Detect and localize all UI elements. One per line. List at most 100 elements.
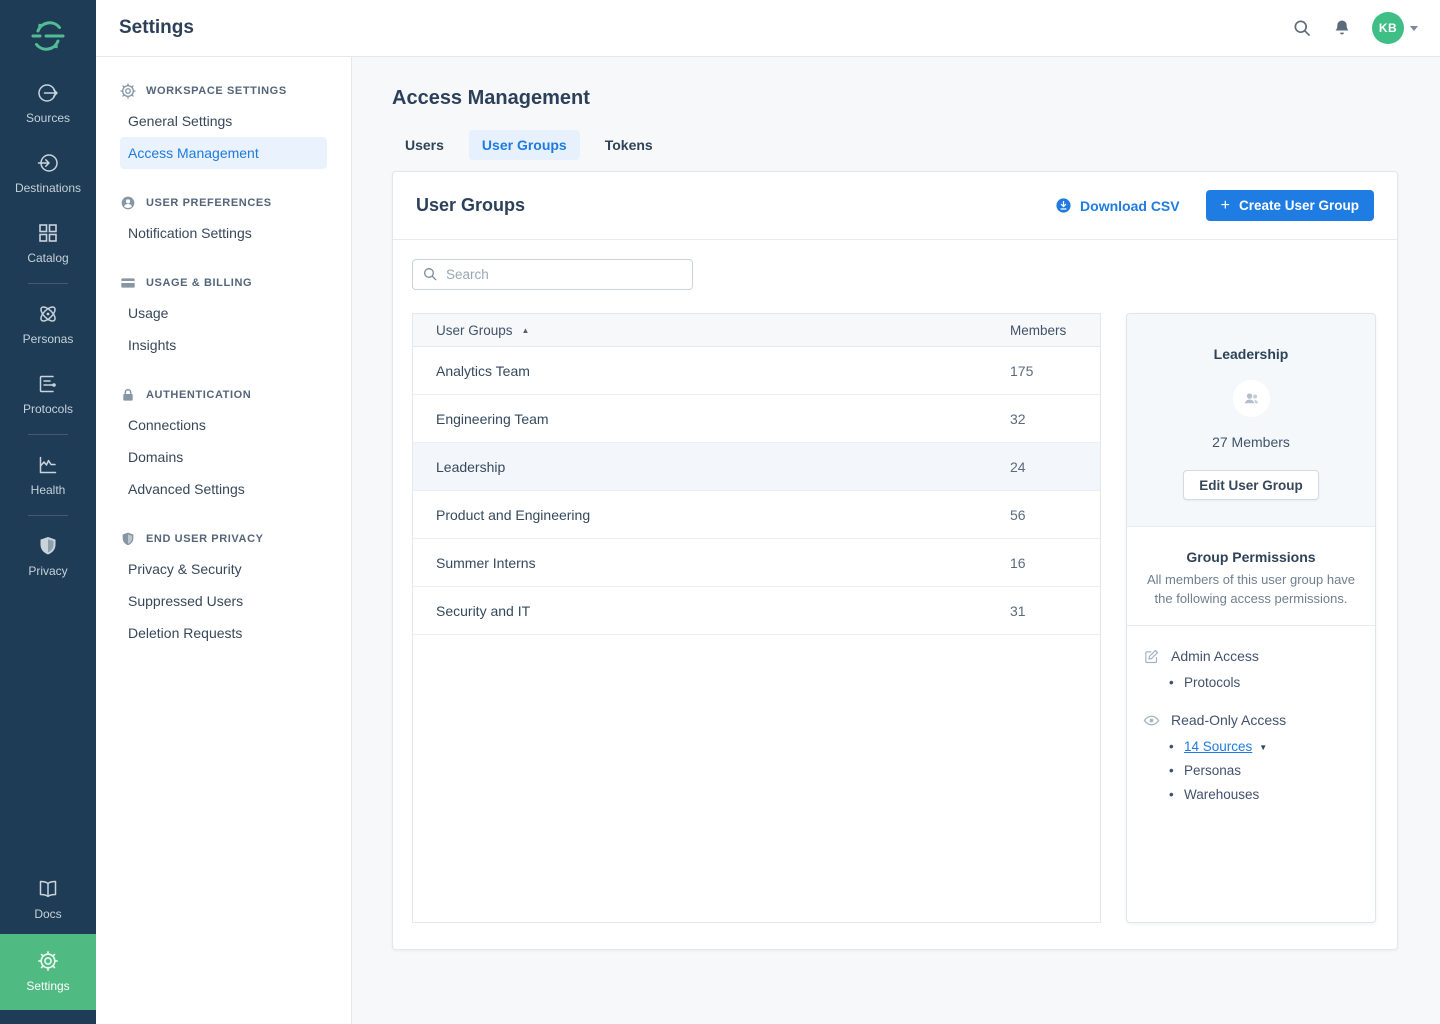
tab-user-groups[interactable]: User Groups <box>469 130 580 160</box>
personas-icon <box>36 302 60 326</box>
download-csv-label: Download CSV <box>1080 198 1180 214</box>
sidebar-item-sources[interactable]: Sources <box>0 68 96 138</box>
sidebar-item-label: Protocols <box>23 402 73 416</box>
table-row[interactable]: Analytics Team 175 <box>413 347 1100 395</box>
eye-icon <box>1143 712 1160 729</box>
sidebar-item-usage[interactable]: Usage <box>120 297 327 329</box>
tab-bar: Users User Groups Tokens <box>392 130 1398 160</box>
create-user-group-button[interactable]: + Create User Group <box>1206 190 1374 221</box>
download-csv-button[interactable]: Download CSV <box>1055 197 1180 214</box>
user-groups-table: User Groups ▲ Members Analytics Team 175 <box>412 313 1101 923</box>
sidebar-divider <box>28 515 68 516</box>
group-name: Leadership <box>1143 346 1359 362</box>
tab-tokens[interactable]: Tokens <box>592 130 666 160</box>
sources-count-link[interactable]: 14 Sources <box>1184 739 1252 754</box>
protocols-icon <box>36 372 60 396</box>
sidebar-divider <box>28 434 68 435</box>
admin-access-section: Admin Access Protocols <box>1143 648 1359 690</box>
permission-item-sources: 14 Sources ▼ <box>1143 739 1359 754</box>
permission-item: Protocols <box>1143 675 1359 690</box>
tab-users[interactable]: Users <box>392 130 457 160</box>
app-window: Sources Destinations Catalog Personas Pr… <box>0 0 1440 1024</box>
table-row[interactable]: Engineering Team 32 <box>413 395 1100 443</box>
edit-user-group-button[interactable]: Edit User Group <box>1183 470 1319 500</box>
sidebar-item-label: Settings <box>26 979 69 993</box>
group-detail-summary: Leadership 27 Members Edit User Group <box>1127 314 1375 527</box>
section-title: USAGE & BILLING <box>146 277 252 289</box>
sidebar-spacer <box>0 591 96 864</box>
section-title: END USER PRIVACY <box>146 533 264 545</box>
shield-icon <box>120 531 136 547</box>
sidebar-item-general-settings[interactable]: General Settings <box>120 105 327 137</box>
avatar[interactable]: KB <box>1372 12 1404 44</box>
column-header-user-groups[interactable]: User Groups ▲ <box>436 323 1010 338</box>
group-people-icon <box>1242 389 1261 408</box>
sidebar-item-privacy[interactable]: Privacy <box>0 521 96 591</box>
notifications-bell-icon[interactable] <box>1332 18 1352 38</box>
sidebar-item-suppressed-users[interactable]: Suppressed Users <box>120 585 327 617</box>
sidebar-item-insights[interactable]: Insights <box>120 329 327 361</box>
table-row-selected[interactable]: Leadership 24 <box>413 443 1100 491</box>
sidebar-item-personas[interactable]: Personas <box>0 289 96 359</box>
sidebar-item-access-management[interactable]: Access Management <box>120 137 327 169</box>
main-content: Access Management Users User Groups Toke… <box>352 57 1440 1024</box>
catalog-icon <box>36 221 60 245</box>
admin-access-label: Admin Access <box>1171 648 1259 664</box>
destinations-icon <box>36 151 60 175</box>
page-section-title: Settings <box>119 17 194 39</box>
settings-sidebar: WORKSPACE SETTINGS General Settings Acce… <box>96 57 352 1024</box>
sidebar-item-catalog[interactable]: Catalog <box>0 208 96 278</box>
permission-item: Personas <box>1143 763 1359 778</box>
table-row[interactable]: Product and Engineering 56 <box>413 491 1100 539</box>
lock-icon <box>120 387 136 403</box>
permissions-title: Group Permissions <box>1143 549 1359 565</box>
sidebar-item-protocols[interactable]: Protocols <box>0 359 96 429</box>
group-permissions: Group Permissions All members of this us… <box>1127 527 1375 833</box>
user-menu[interactable]: KB <box>1372 12 1418 44</box>
privacy-shield-icon <box>36 534 60 558</box>
section-title: USER PREFERENCES <box>146 197 272 209</box>
section-header-end-user-privacy: END USER PRIVACY <box>120 531 327 547</box>
sidebar-item-notification-settings[interactable]: Notification Settings <box>120 217 327 249</box>
sidebar-item-settings[interactable]: Settings <box>0 934 96 1010</box>
download-icon <box>1055 197 1072 214</box>
segment-logo-icon[interactable] <box>26 14 70 58</box>
health-icon <box>36 453 60 477</box>
sidebar-item-domains[interactable]: Domains <box>120 441 327 473</box>
search-icon[interactable] <box>1292 18 1312 38</box>
sources-icon <box>36 81 60 105</box>
edit-icon <box>1143 648 1160 665</box>
table-row[interactable]: Security and IT 31 <box>413 587 1100 635</box>
table-row[interactable]: Summer Interns 16 <box>413 539 1100 587</box>
sidebar-item-label: Sources <box>26 111 70 125</box>
settings-gear-icon <box>36 949 60 973</box>
sort-ascending-icon: ▲ <box>522 326 530 335</box>
create-user-group-label: Create User Group <box>1239 198 1359 213</box>
sidebar-item-advanced-settings[interactable]: Advanced Settings <box>120 473 327 505</box>
sidebar-item-docs[interactable]: Docs <box>0 864 96 934</box>
docs-icon <box>36 877 60 901</box>
search-icon <box>422 266 438 282</box>
member-count: 27 Members <box>1143 434 1359 450</box>
chevron-down-icon[interactable]: ▼ <box>1259 743 1267 752</box>
sidebar-item-health[interactable]: Health <box>0 440 96 510</box>
search-input[interactable] <box>412 259 693 290</box>
sidebar-divider <box>28 283 68 284</box>
card-title: User Groups <box>416 195 525 216</box>
section-header-user-preferences: USER PREFERENCES <box>120 195 327 211</box>
sidebar-item-label: Catalog <box>27 251 68 265</box>
user-icon <box>120 195 136 211</box>
sidebar-item-label: Personas <box>23 332 74 346</box>
sidebar-item-destinations[interactable]: Destinations <box>0 138 96 208</box>
user-groups-card: User Groups Download CSV + Create User G… <box>392 171 1398 950</box>
section-title: WORKSPACE SETTINGS <box>146 85 287 97</box>
sidebar-item-connections[interactable]: Connections <box>120 409 327 441</box>
sidebar-item-label: Docs <box>34 907 61 921</box>
sidebar-item-label: Privacy <box>28 564 67 578</box>
sidebar-item-label: Destinations <box>15 181 81 195</box>
readonly-access-section: Read-Only Access 14 Sources▼ Personas Wa… <box>1143 712 1359 802</box>
sidebar-item-privacy-security[interactable]: Privacy & Security <box>120 553 327 585</box>
sidebar-item-deletion-requests[interactable]: Deletion Requests <box>120 617 327 649</box>
primary-sidebar: Sources Destinations Catalog Personas Pr… <box>0 0 96 1024</box>
section-header-workspace-settings: WORKSPACE SETTINGS <box>120 83 327 99</box>
